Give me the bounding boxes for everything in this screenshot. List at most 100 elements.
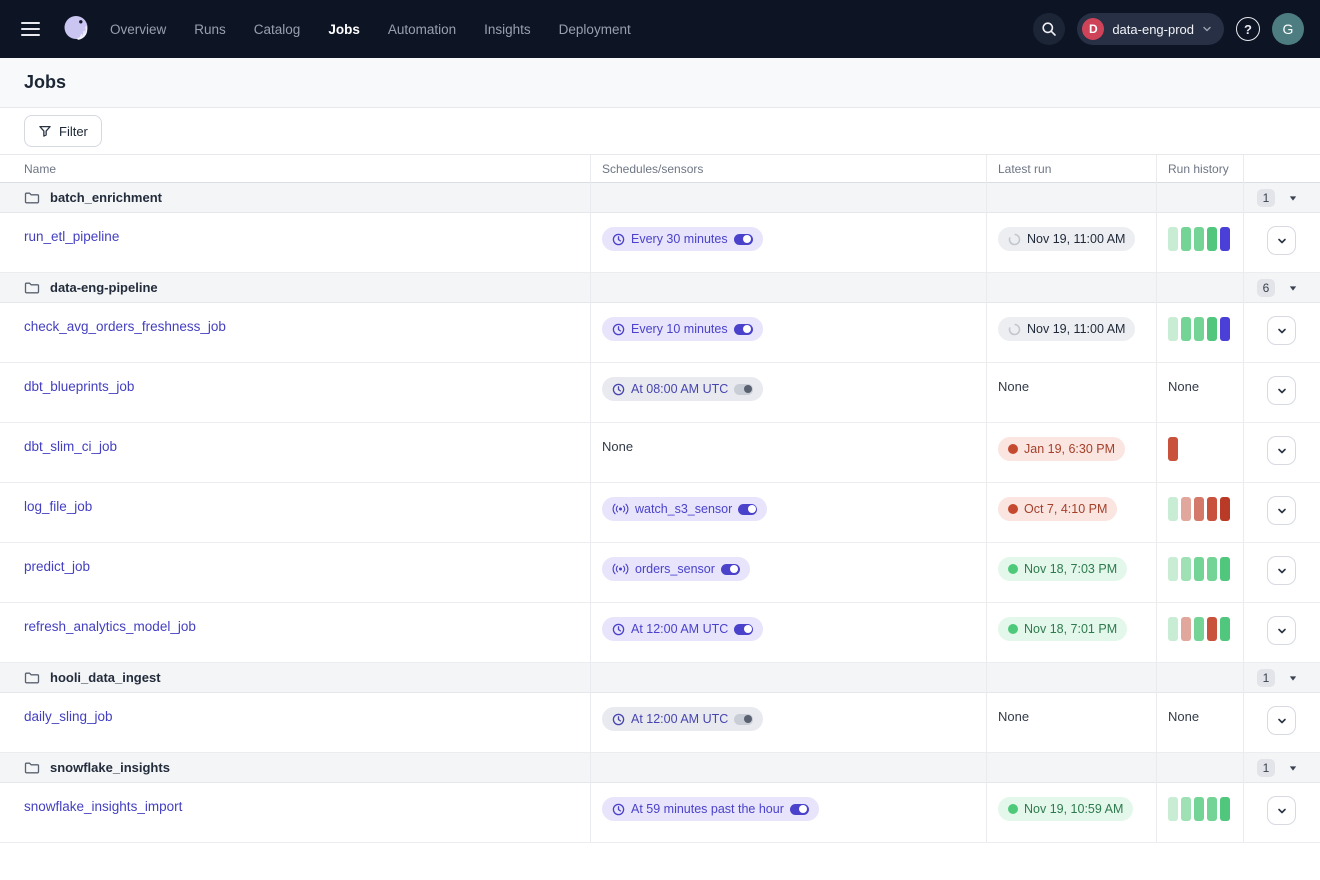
run-history-bar[interactable] bbox=[1220, 617, 1230, 641]
schedule-badge[interactable]: At 08:00 AM UTC bbox=[602, 377, 763, 401]
run-history-bar[interactable] bbox=[1181, 317, 1191, 341]
expand-job-button[interactable] bbox=[1267, 316, 1296, 345]
run-history-bar[interactable] bbox=[1168, 227, 1178, 251]
run-history-bar[interactable] bbox=[1181, 227, 1191, 251]
job-name-link[interactable]: check_avg_orders_freshness_job bbox=[24, 319, 226, 334]
group-caret-icon[interactable] bbox=[1288, 283, 1298, 293]
search-button[interactable] bbox=[1033, 13, 1065, 45]
group-caret-icon[interactable] bbox=[1288, 673, 1298, 683]
nav-item-runs[interactable]: Runs bbox=[194, 22, 226, 37]
nav-item-catalog[interactable]: Catalog bbox=[254, 22, 301, 37]
latest-run-badge[interactable]: Jan 19, 6:30 PM bbox=[998, 437, 1125, 461]
group-caret-icon[interactable] bbox=[1288, 763, 1298, 773]
job-row: run_etl_pipeline Every 30 minutes Nov 19, … bbox=[0, 213, 1320, 273]
expand-job-button[interactable] bbox=[1267, 226, 1296, 255]
nav-item-insights[interactable]: Insights bbox=[484, 22, 531, 37]
group-row[interactable]: snowflake_insights1 bbox=[0, 753, 1320, 783]
run-history-bar[interactable] bbox=[1220, 497, 1230, 521]
run-history-bar[interactable] bbox=[1207, 317, 1217, 341]
filter-button[interactable]: Filter bbox=[24, 115, 102, 147]
nav-item-jobs[interactable]: Jobs bbox=[328, 22, 360, 37]
status-dot-icon bbox=[1008, 804, 1018, 814]
run-history-bar[interactable] bbox=[1220, 227, 1230, 251]
expand-job-button[interactable] bbox=[1267, 376, 1296, 405]
run-history-bar[interactable] bbox=[1168, 317, 1178, 341]
schedule-badge[interactable]: orders_sensor bbox=[602, 557, 750, 581]
latest-run-badge[interactable]: Oct 7, 4:10 PM bbox=[998, 497, 1117, 521]
job-name-link[interactable]: log_file_job bbox=[24, 499, 92, 514]
job-name-link[interactable]: predict_job bbox=[24, 559, 90, 574]
run-history-bar[interactable] bbox=[1194, 557, 1204, 581]
nav-item-overview[interactable]: Overview bbox=[110, 22, 166, 37]
job-name-link[interactable]: snowflake_insights_import bbox=[24, 799, 182, 814]
run-history-bar[interactable] bbox=[1207, 557, 1217, 581]
hamburger-menu-icon[interactable] bbox=[16, 14, 46, 44]
schedule-badge[interactable]: At 12:00 AM UTC bbox=[602, 707, 763, 731]
run-history-bar[interactable] bbox=[1168, 797, 1178, 821]
nav-item-deployment[interactable]: Deployment bbox=[559, 22, 631, 37]
run-history-bar[interactable] bbox=[1181, 797, 1191, 821]
run-history-bar[interactable] bbox=[1168, 437, 1178, 461]
run-history-bar[interactable] bbox=[1194, 227, 1204, 251]
run-history-bar[interactable] bbox=[1220, 557, 1230, 581]
run-history-bar[interactable] bbox=[1168, 617, 1178, 641]
schedule-badge[interactable]: watch_s3_sensor bbox=[602, 497, 767, 521]
job-name-link[interactable]: daily_sling_job bbox=[24, 709, 113, 724]
latest-run-badge[interactable]: Nov 19, 10:59 AM bbox=[998, 797, 1133, 821]
run-history-bar[interactable] bbox=[1168, 497, 1178, 521]
job-row: dbt_blueprints_jobAt 08:00 AM UTCNoneNon… bbox=[0, 363, 1320, 423]
run-history-bar[interactable] bbox=[1207, 617, 1217, 641]
run-history-bar[interactable] bbox=[1194, 317, 1204, 341]
schedule-badge[interactable]: Every 30 minutes bbox=[602, 227, 763, 251]
group-row[interactable]: batch_enrichment1 bbox=[0, 183, 1320, 213]
column-header-latest-run: Latest run bbox=[986, 162, 1156, 176]
chevron-down-icon bbox=[1276, 565, 1288, 577]
schedule-badge[interactable]: Every 10 minutes bbox=[602, 317, 763, 341]
run-history-bar[interactable] bbox=[1194, 497, 1204, 521]
group-count-badge: 6 bbox=[1257, 279, 1275, 297]
expand-job-button[interactable] bbox=[1267, 796, 1296, 825]
group-count-badge: 1 bbox=[1257, 189, 1275, 207]
dagster-logo[interactable] bbox=[56, 9, 96, 49]
sensor-icon bbox=[612, 563, 629, 575]
latest-run-time: Nov 18, 7:03 PM bbox=[1024, 562, 1117, 576]
run-history-bar[interactable] bbox=[1181, 497, 1191, 521]
run-history-bar[interactable] bbox=[1207, 227, 1217, 251]
run-history-bar[interactable] bbox=[1181, 557, 1191, 581]
expand-job-button[interactable] bbox=[1267, 436, 1296, 465]
job-name-link[interactable]: dbt_blueprints_job bbox=[24, 379, 134, 394]
run-history-bar[interactable] bbox=[1194, 617, 1204, 641]
column-header-name: Name bbox=[0, 162, 590, 176]
run-history-bar[interactable] bbox=[1181, 617, 1191, 641]
user-avatar[interactable]: G bbox=[1272, 13, 1304, 45]
search-icon bbox=[1041, 21, 1057, 37]
latest-run-badge[interactable]: Nov 18, 7:01 PM bbox=[998, 617, 1127, 641]
group-caret-icon[interactable] bbox=[1288, 193, 1298, 203]
schedule-badge[interactable]: At 12:00 AM UTC bbox=[602, 617, 763, 641]
run-history-bar[interactable] bbox=[1220, 797, 1230, 821]
group-row[interactable]: data-eng-pipeline 6 bbox=[0, 273, 1320, 303]
group-row[interactable]: hooli_data_ingest1 bbox=[0, 663, 1320, 693]
sensor-icon bbox=[612, 503, 629, 515]
deployment-switcher[interactable]: D data-eng-prod bbox=[1077, 13, 1224, 45]
job-name-link[interactable]: dbt_slim_ci_job bbox=[24, 439, 117, 454]
run-history-bar[interactable] bbox=[1194, 797, 1204, 821]
expand-job-button[interactable] bbox=[1267, 496, 1296, 525]
group-name: data-eng-pipeline bbox=[50, 280, 158, 295]
table-header-row: Name Schedules/sensors Latest run Run hi… bbox=[0, 155, 1320, 183]
run-history-bar[interactable] bbox=[1207, 797, 1217, 821]
latest-run-badge[interactable]: Nov 18, 7:03 PM bbox=[998, 557, 1127, 581]
latest-run-badge[interactable]: Nov 19, 11:00 AM bbox=[998, 317, 1135, 341]
job-name-link[interactable]: run_etl_pipeline bbox=[24, 229, 119, 244]
expand-job-button[interactable] bbox=[1267, 616, 1296, 645]
expand-job-button[interactable] bbox=[1267, 556, 1296, 585]
latest-run-badge[interactable]: Nov 19, 11:00 AM bbox=[998, 227, 1135, 251]
run-history-bar[interactable] bbox=[1168, 557, 1178, 581]
run-history-bar[interactable] bbox=[1220, 317, 1230, 341]
job-name-link[interactable]: refresh_analytics_model_job bbox=[24, 619, 196, 634]
help-button[interactable]: ? bbox=[1236, 17, 1260, 41]
run-history-bar[interactable] bbox=[1207, 497, 1217, 521]
expand-job-button[interactable] bbox=[1267, 706, 1296, 735]
schedule-badge[interactable]: At 59 minutes past the hour bbox=[602, 797, 819, 821]
nav-item-automation[interactable]: Automation bbox=[388, 22, 456, 37]
